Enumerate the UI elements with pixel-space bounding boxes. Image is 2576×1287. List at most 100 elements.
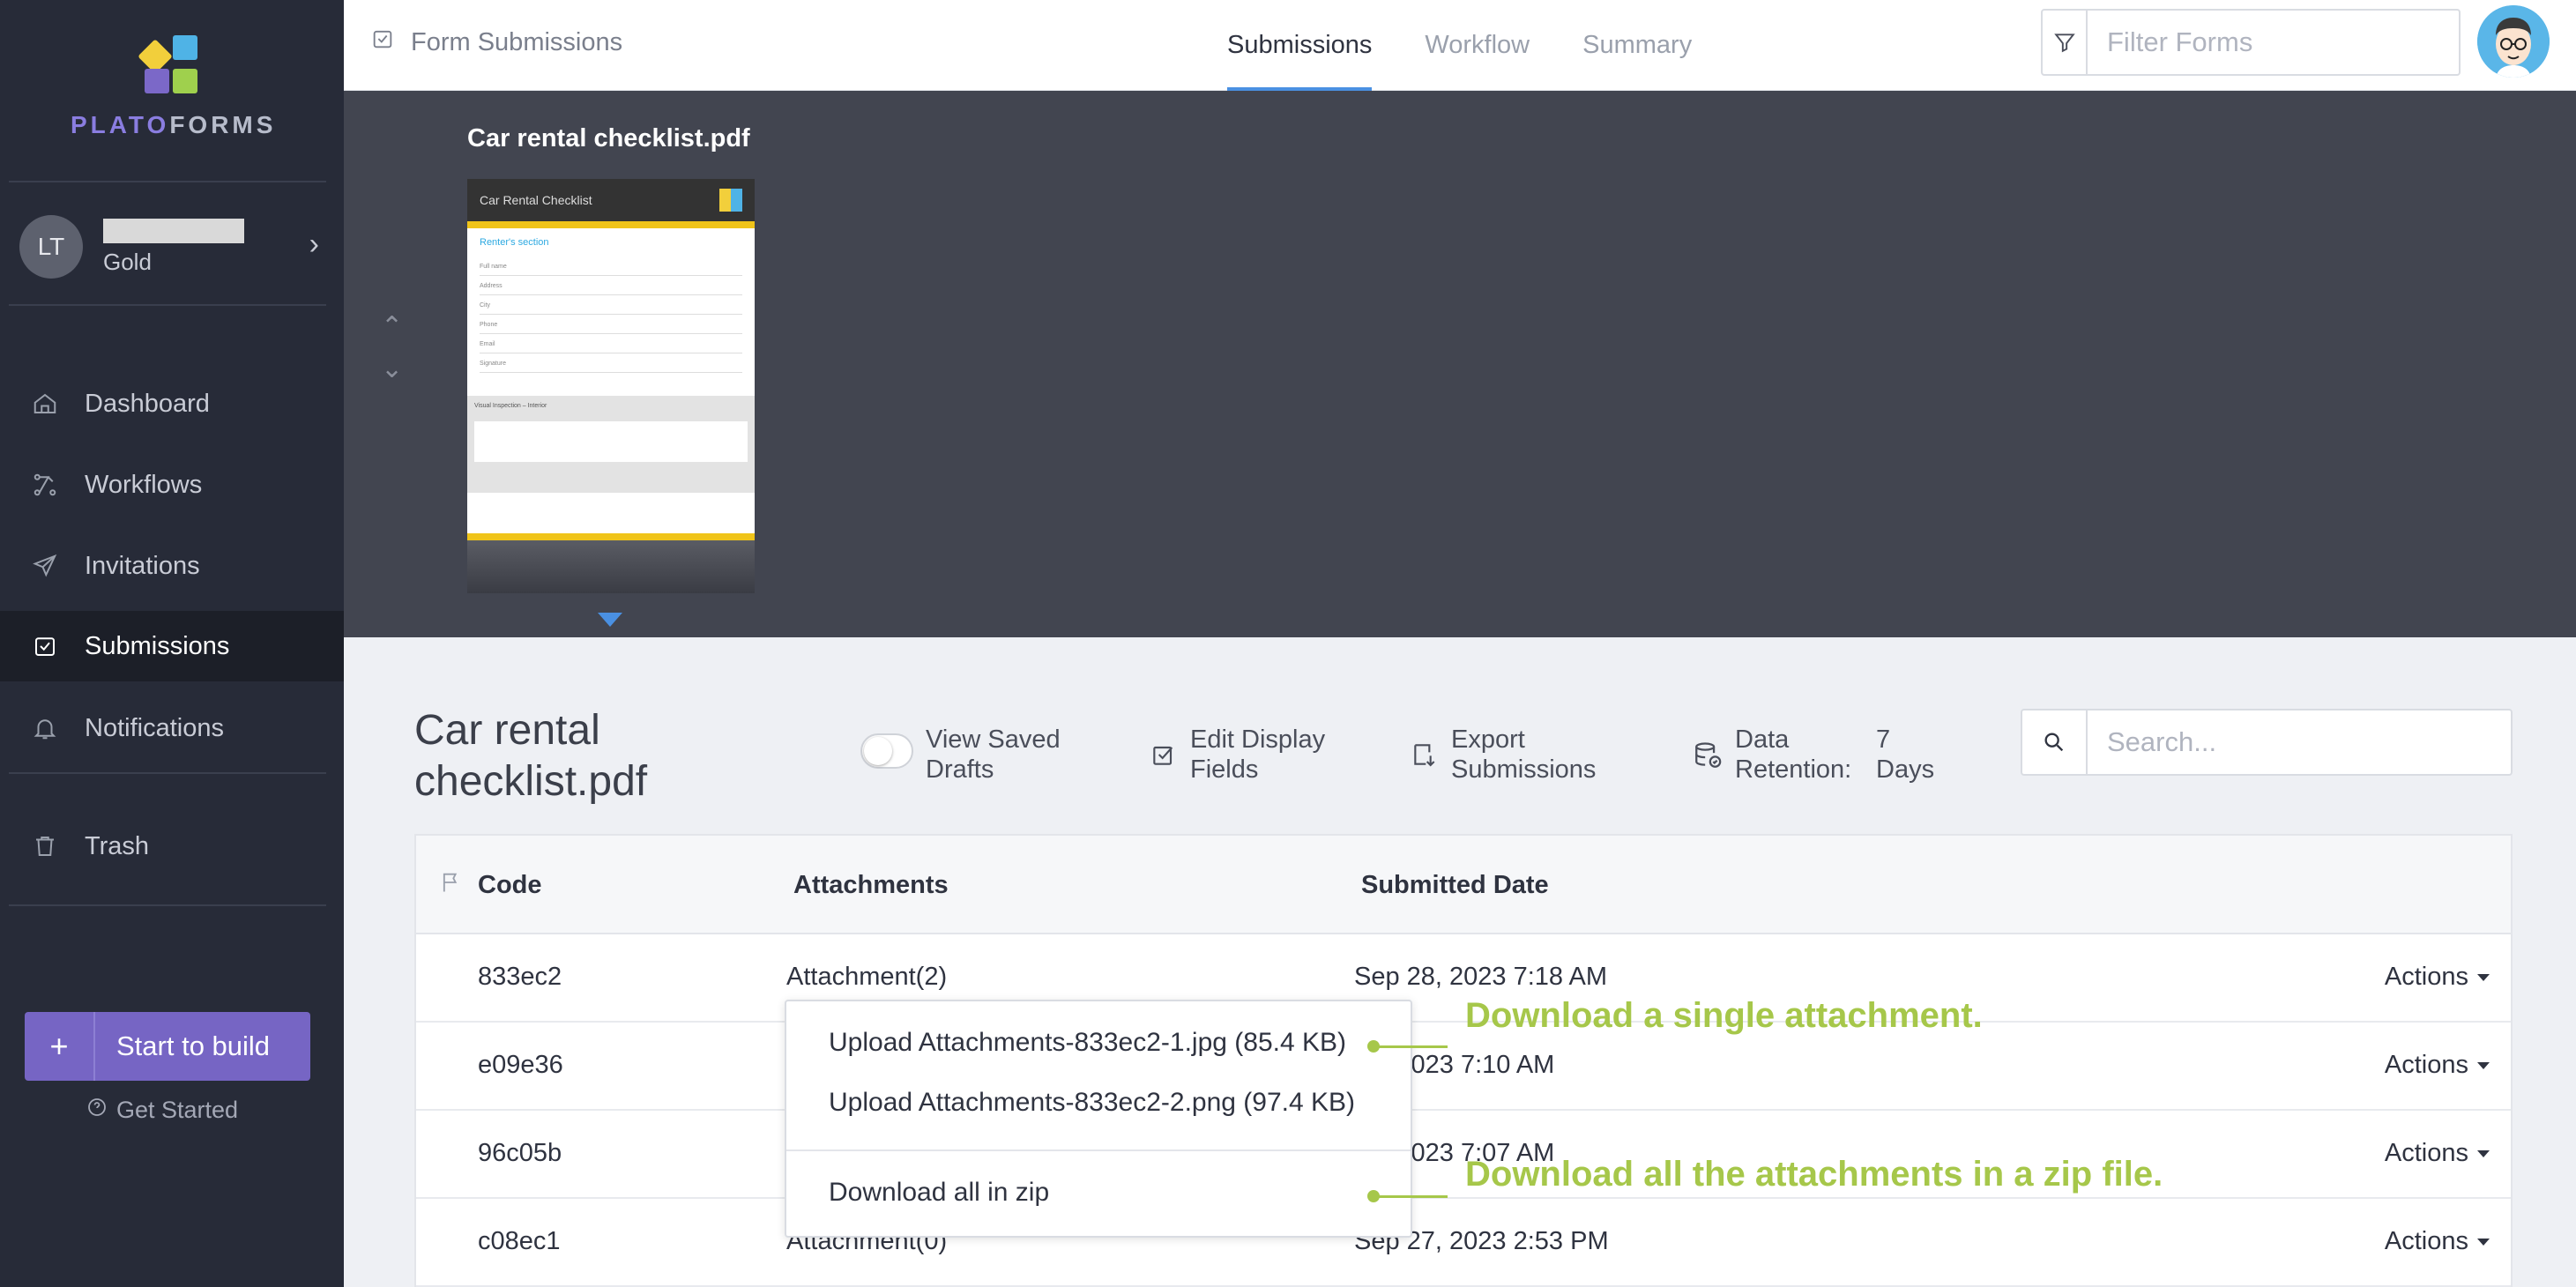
preview-file-name: Car rental checklist.pdf <box>467 124 750 153</box>
workflow-icon <box>30 470 60 500</box>
column-header-attachments[interactable]: Attachments <box>793 871 949 900</box>
sidebar-item-submissions[interactable]: Submissions <box>0 611 344 681</box>
table-row[interactable]: 833ec2 Attachment(2) Sep 28, 2023 7:18 A… <box>416 934 2511 1023</box>
toggle-switch[interactable] <box>860 733 913 769</box>
data-retention[interactable]: Data Retention: 7 Days <box>1693 725 1947 785</box>
home-icon <box>30 389 60 419</box>
get-started-link[interactable]: Get Started <box>86 1097 238 1124</box>
logo-icon <box>719 189 742 212</box>
start-to-build-button[interactable]: + Start to build <box>25 1012 310 1081</box>
caret-down-icon <box>2477 1149 2490 1157</box>
tab-workflow[interactable]: Workflow <box>1425 0 1530 91</box>
column-header-submitted-date[interactable]: Submitted Date <box>1361 871 1549 900</box>
tab-submissions[interactable]: Submissions <box>1227 0 1373 91</box>
chevron-right-icon: › <box>309 227 319 261</box>
form-thumbnail[interactable]: Car Rental Checklist Renter's section Fu… <box>467 179 755 593</box>
edit-display-fields-label: Edit Display Fields <box>1190 725 1326 784</box>
thumbnail-field: Signature <box>480 361 742 373</box>
export-icon <box>1411 740 1439 776</box>
sidebar-item-label: Submissions <box>85 631 230 660</box>
database-icon <box>1693 740 1723 777</box>
caret-down-icon <box>2477 1061 2490 1069</box>
sidebar-item-dashboard[interactable]: Dashboard <box>0 368 344 439</box>
breadcrumb-label: Form Submissions <box>411 27 623 56</box>
thumbnail-inspection: Visual Inspection – Interior <box>467 396 755 493</box>
sidebar-item-notifications[interactable]: Notifications <box>0 693 344 763</box>
row-code: c08ec1 <box>478 1227 561 1255</box>
attachments-dropdown-toggle[interactable]: Attachment(2) <box>786 963 947 992</box>
annotation-single-download: Download a single attachment. <box>1465 996 1983 1035</box>
divider <box>9 181 326 182</box>
sidebar-item-trash[interactable]: Trash <box>0 811 344 882</box>
page-title: Car rental checklist.pdf <box>414 707 648 805</box>
caret-down-icon <box>598 613 622 627</box>
bell-icon <box>30 713 60 743</box>
inbox-icon <box>370 26 395 58</box>
sidebar-item-label: Trash <box>85 831 150 860</box>
chevron-down-icon[interactable]: ⌄ <box>381 353 403 384</box>
send-icon <box>30 551 60 581</box>
sidebar: PLATOFORMS LT Gold › Dashboard Workflows… <box>0 0 344 1287</box>
actions-dropdown[interactable]: Actions <box>2385 1227 2490 1256</box>
user-avatar: LT <box>19 215 83 279</box>
app-logo[interactable]: PLATOFORMS <box>71 35 273 139</box>
profile-avatar[interactable] <box>2477 5 2550 78</box>
edit-display-fields-button[interactable]: Edit Display Fields <box>1150 725 1340 785</box>
form-preview-panel: Car rental checklist.pdf ⌃ ⌄ Car Rental … <box>344 91 2576 637</box>
inbox-icon <box>30 631 60 661</box>
attachment-download-item[interactable]: Upload Attachments-833ec2-1.jpg (85.4 KB… <box>829 1028 1346 1058</box>
get-started-label: Get Started <box>116 1097 239 1123</box>
actions-dropdown[interactable]: Actions <box>2385 1051 2490 1080</box>
filter-forms <box>2041 9 2461 76</box>
search-icon[interactable] <box>2022 710 2088 774</box>
filter-icon[interactable] <box>2043 11 2088 74</box>
data-retention-value: 7 Days <box>1876 725 1935 784</box>
flag-icon[interactable] <box>439 869 464 903</box>
column-header-code[interactable]: Code <box>478 871 542 900</box>
logo-wordmark: PLATOFORMS <box>71 111 277 138</box>
export-submissions-button[interactable]: Export Submissions <box>1411 725 1610 785</box>
divider <box>9 904 326 906</box>
view-saved-drafts-label: View Saved Drafts <box>926 725 1061 784</box>
thumbnail-field: Phone <box>480 322 742 334</box>
search-input[interactable] <box>2088 710 2511 774</box>
sidebar-item-invitations[interactable]: Invitations <box>0 531 344 601</box>
thumbnail-heading: Car Rental Checklist <box>480 193 592 207</box>
view-saved-drafts-toggle[interactable]: View Saved Drafts <box>860 725 1067 785</box>
breadcrumb: Form Submissions <box>370 26 622 58</box>
download-all-zip-item[interactable]: Download all in zip <box>829 1178 1049 1208</box>
actions-dropdown[interactable]: Actions <box>2385 1139 2490 1168</box>
thumbnail-field: Email <box>480 341 742 353</box>
actions-dropdown[interactable]: Actions <box>2385 963 2490 992</box>
thumbnail-field: Address <box>480 283 742 295</box>
filter-forms-input[interactable] <box>2088 11 2459 74</box>
actions-label: Actions <box>2384 1139 2468 1167</box>
sidebar-item-label: Notifications <box>85 713 224 742</box>
thumbnail-field: Full name <box>480 264 742 276</box>
menu-divider <box>786 1149 1411 1151</box>
logo-icon <box>138 35 203 97</box>
sidebar-item-label: Dashboard <box>85 389 210 418</box>
thumbnail-stripe <box>467 221 755 228</box>
trash-icon <box>30 831 60 861</box>
row-date: Sep 28, 2023 7:18 AM <box>1354 963 1607 991</box>
annotation-line <box>1374 1195 1448 1198</box>
export-submissions-label: Export Submissions <box>1451 725 1597 784</box>
user-account[interactable]: LT Gold › <box>19 212 328 282</box>
view-tabs: Submissions Workflow Summary <box>1227 0 1692 91</box>
user-name-redacted <box>103 219 244 243</box>
table-row[interactable]: 96c05b 28, 2023 7:07 AM Actions <box>416 1111 2511 1199</box>
tab-summary[interactable]: Summary <box>1582 0 1692 91</box>
plus-icon: + <box>25 1012 95 1081</box>
start-to-build-label: Start to build <box>116 1030 271 1061</box>
caret-down-icon <box>2477 1238 2490 1246</box>
attachment-download-item[interactable]: Upload Attachments-833ec2-2.png (97.4 KB… <box>829 1088 1355 1118</box>
sidebar-item-label: Invitations <box>85 551 200 580</box>
user-plan: Gold <box>103 249 152 275</box>
top-header: Form Submissions Submissions Workflow Su… <box>344 0 2576 91</box>
table-header: Code Attachments Submitted Date <box>416 836 2511 934</box>
sidebar-item-workflows[interactable]: Workflows <box>0 450 344 520</box>
chevron-up-icon[interactable]: ⌃ <box>381 311 403 342</box>
table-row[interactable]: c08ec1 Attachment(0) Sep 27, 2023 2:53 P… <box>416 1199 2511 1287</box>
table-row[interactable]: e09e36 28, 2023 7:10 AM Actions <box>416 1023 2511 1111</box>
